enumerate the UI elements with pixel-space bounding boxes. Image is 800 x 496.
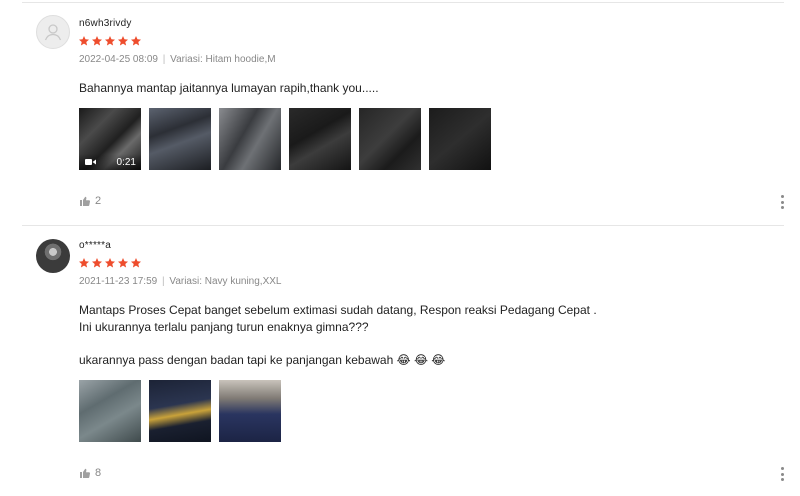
meta-separator: | — [162, 276, 165, 287]
review-video-thumbnail[interactable]: 0:21 — [79, 108, 141, 170]
more-options-button[interactable] — [779, 195, 785, 209]
more-vertical-icon — [780, 200, 784, 204]
like-count: 8 — [95, 467, 102, 479]
review-date: 2022-04-25 08:09 — [79, 54, 158, 65]
review-image-thumbnail[interactable] — [289, 108, 351, 170]
star-icon — [79, 36, 89, 46]
meta-separator: | — [162, 54, 166, 65]
like-count: 2 — [95, 195, 102, 207]
more-options-button[interactable] — [779, 467, 785, 481]
more-vertical-icon — [780, 195, 784, 198]
review-media — [79, 380, 281, 442]
star-icon — [105, 36, 115, 46]
like-button[interactable]: 2 — [79, 195, 101, 207]
review-image-thumbnail[interactable] — [219, 108, 281, 170]
star-icon — [131, 36, 141, 46]
review-image-thumbnail[interactable] — [149, 380, 211, 442]
video-camera-icon — [85, 159, 96, 165]
review-date: 2021-11-23 17:59 — [79, 276, 158, 287]
review-divider — [22, 225, 784, 226]
video-overlay: 0:21 — [79, 154, 141, 170]
review-media: 0:21 — [79, 108, 491, 170]
more-vertical-icon — [780, 467, 784, 470]
review-variation: Variasi: Navy kuning,XXL — [169, 276, 282, 287]
rating-stars — [78, 35, 142, 47]
review-image-thumbnail[interactable] — [359, 108, 421, 170]
star-icon — [92, 258, 102, 268]
like-button[interactable]: 8 — [79, 467, 101, 479]
review-image-thumbnail[interactable] — [79, 380, 141, 442]
more-vertical-icon — [780, 206, 784, 209]
thumbs-up-icon — [80, 196, 91, 206]
review-meta: 2022-04-25 08:09 | Variasi: Hitam hoodie… — [79, 54, 276, 65]
more-vertical-icon — [780, 478, 784, 481]
avatar-placeholder-icon — [44, 24, 62, 41]
avatar[interactable] — [36, 15, 70, 49]
reviewer-username[interactable]: n6wh3rivdy — [79, 18, 132, 29]
star-icon — [105, 258, 115, 268]
star-icon — [79, 258, 89, 268]
avatar[interactable] — [36, 239, 70, 273]
star-icon — [118, 36, 128, 46]
top-divider — [22, 2, 784, 3]
video-duration: 0:21 — [116, 156, 136, 168]
rating-stars — [78, 257, 142, 269]
star-icon — [92, 36, 102, 46]
thumbs-up-icon — [80, 468, 91, 478]
star-icon — [118, 258, 128, 268]
review-image-thumbnail[interactable] — [429, 108, 491, 170]
review-meta: 2021-11-23 17:59 | Variasi: Navy kuning,… — [79, 276, 281, 287]
review-comment: Mantaps Proses Cepat banget sebelum exti… — [79, 303, 597, 367]
reviewer-username[interactable]: o*****a — [79, 240, 111, 251]
review-image-thumbnail[interactable] — [149, 108, 211, 170]
star-icon — [131, 258, 141, 268]
review-image-thumbnail[interactable] — [219, 380, 281, 442]
more-vertical-icon — [780, 472, 784, 476]
review-variation: Variasi: Hitam hoodie,M — [170, 54, 276, 65]
review-comment: Bahannya mantap jaitannya lumayan rapih,… — [79, 81, 379, 95]
